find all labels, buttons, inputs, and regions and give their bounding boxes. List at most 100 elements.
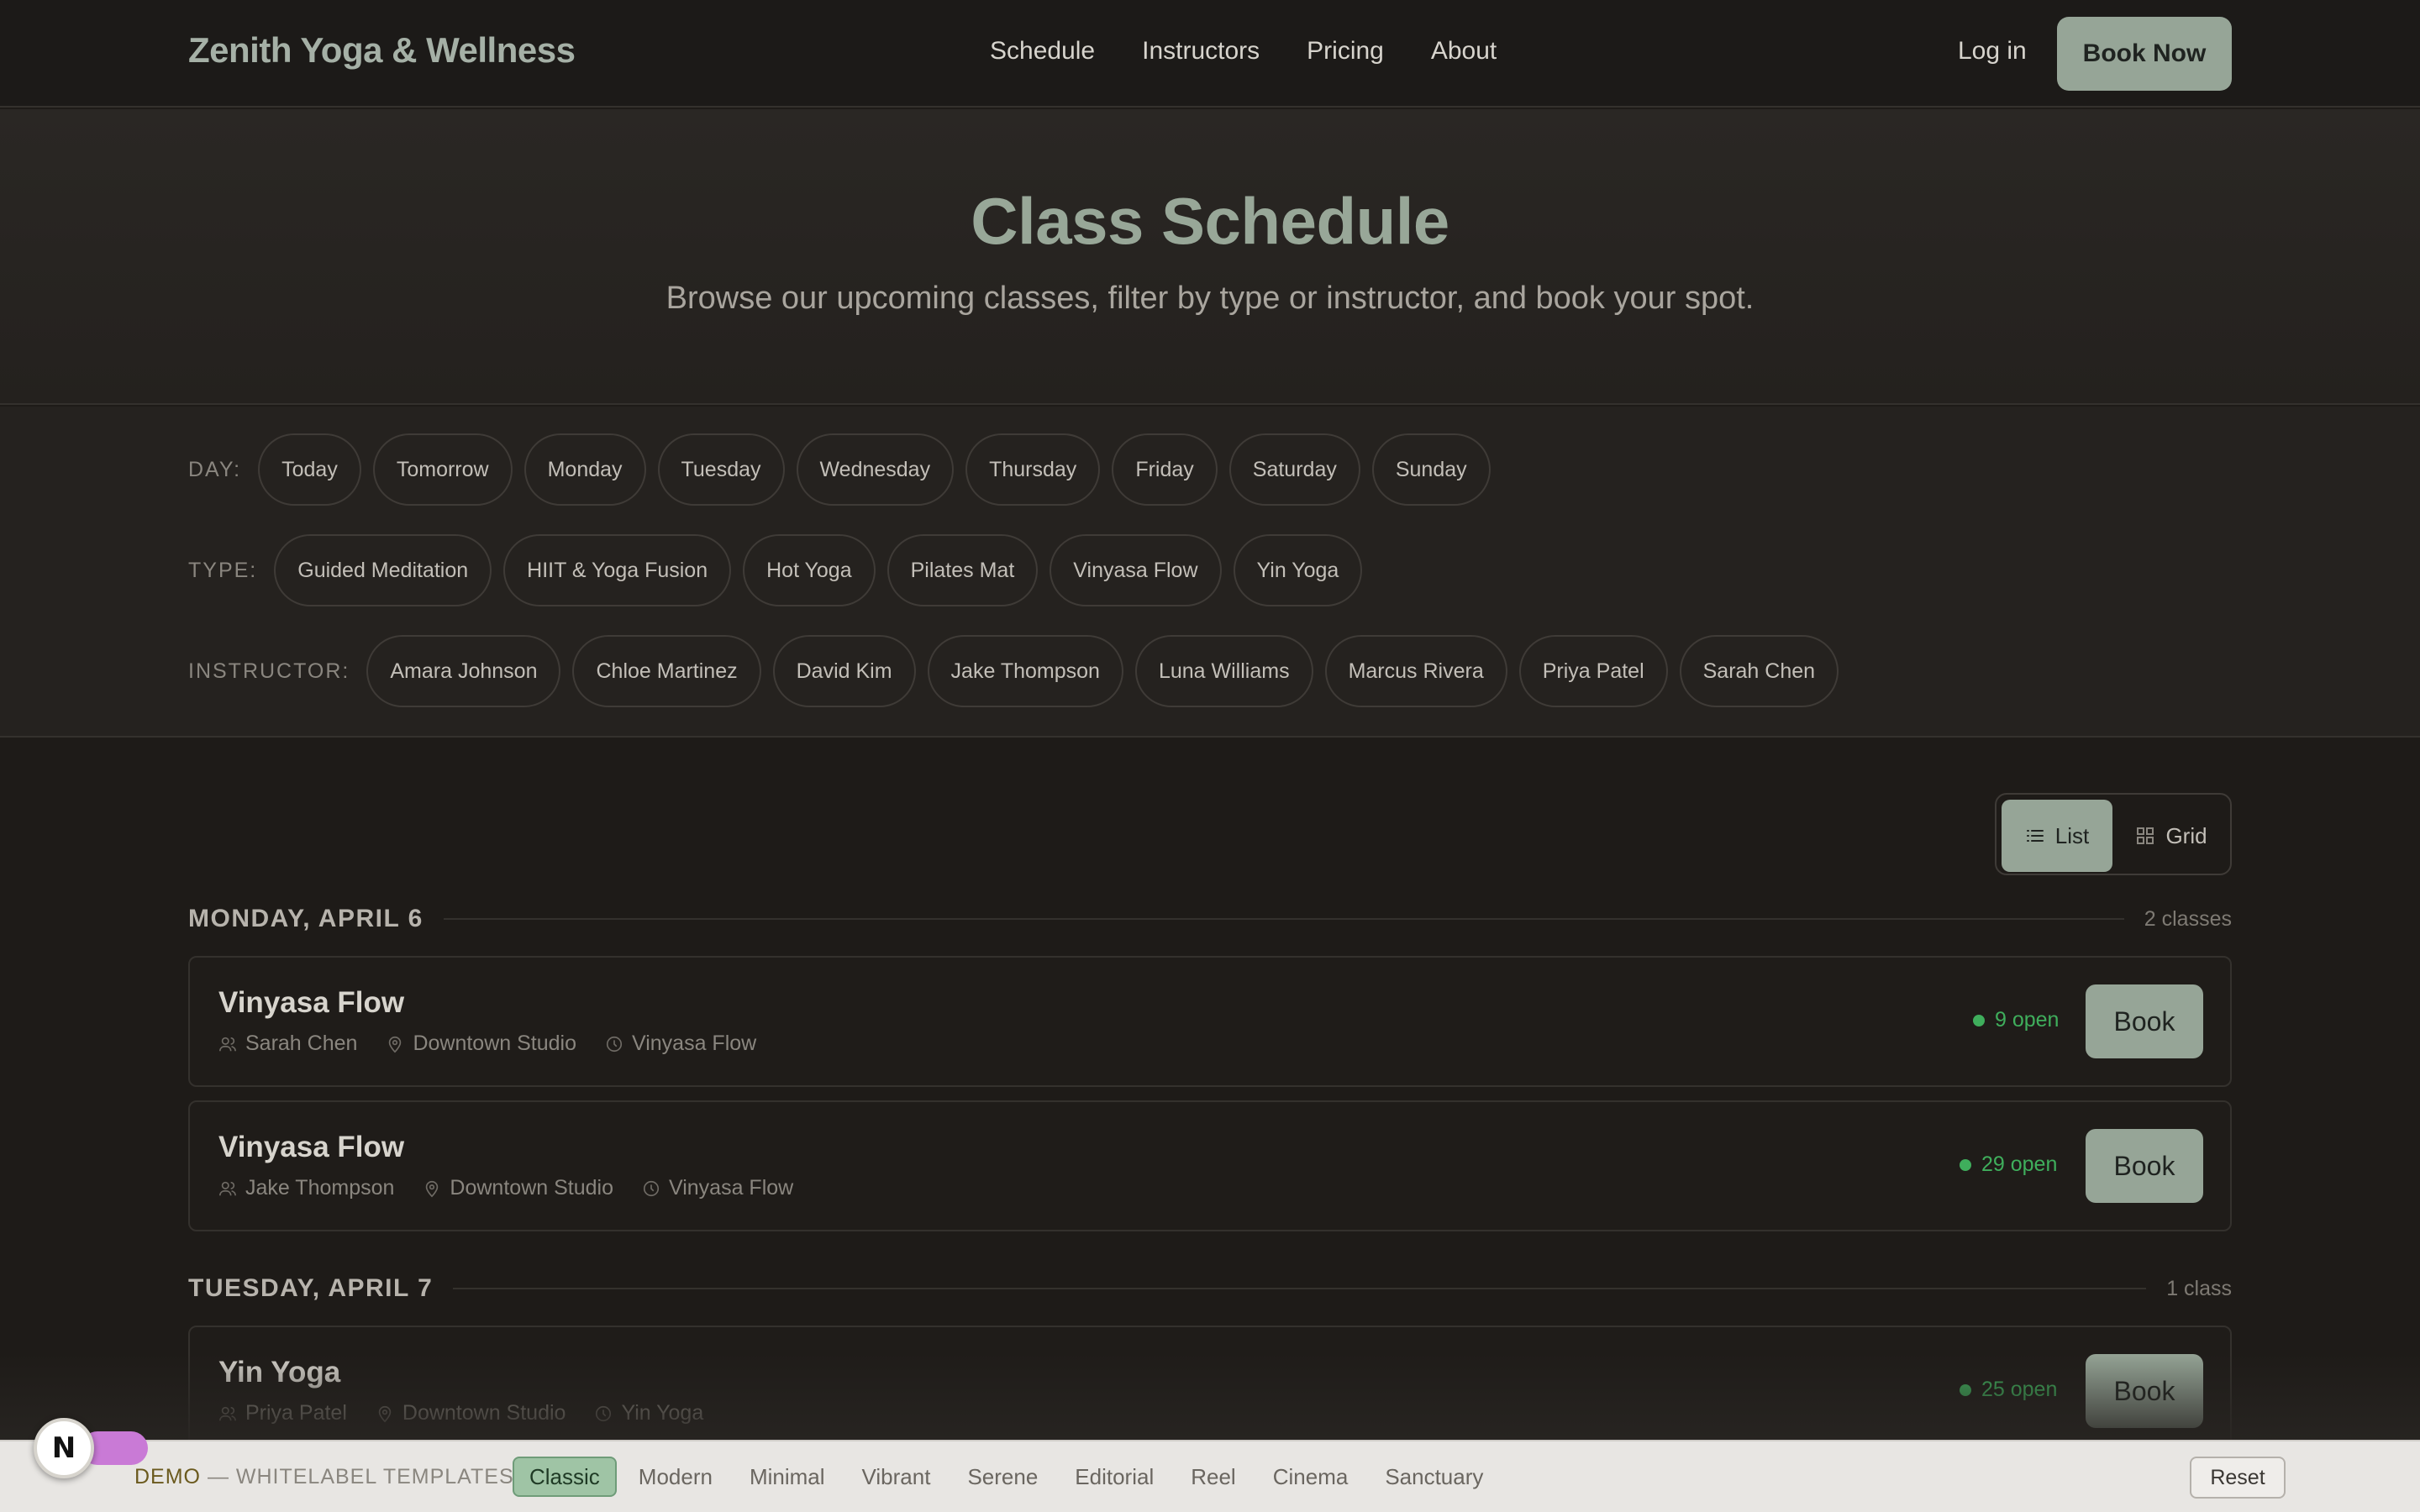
nav-link-instructors[interactable]: Instructors xyxy=(1142,37,1260,66)
nav-link-schedule[interactable]: Schedule xyxy=(990,37,1095,66)
spots-text: 29 open xyxy=(1981,1152,2058,1176)
reset-button[interactable]: Reset xyxy=(2190,1457,2286,1499)
clock-icon xyxy=(606,1036,623,1052)
theme-option-modern[interactable]: Modern xyxy=(623,1457,728,1497)
grid-view-button[interactable]: Grid xyxy=(2114,800,2228,872)
map-pin-icon xyxy=(426,1180,439,1197)
instructor-chip-chloe-martinez[interactable]: Chloe Martinez xyxy=(572,635,761,707)
demo-subtitle: — WHITELABEL TEMPLATES xyxy=(201,1465,514,1488)
day-class-count: 2 classes xyxy=(2144,906,2232,931)
instructor-chip-amara-johnson[interactable]: Amara Johnson xyxy=(366,635,561,707)
list-view-label: List xyxy=(2054,822,2090,848)
theme-option-serene[interactable]: Serene xyxy=(952,1457,1053,1497)
type-chip-hot-yoga[interactable]: Hot Yoga xyxy=(743,534,876,606)
nav-link-about[interactable]: About xyxy=(1431,37,1497,66)
brand-logo[interactable]: Zenith Yoga & Wellness xyxy=(188,30,576,71)
type-filter-label: TYPE: xyxy=(188,558,258,582)
day-chip-tuesday[interactable]: Tuesday xyxy=(657,433,785,506)
hero-section: Class Schedule Browse our upcoming class… xyxy=(0,109,2420,405)
day-chip-friday[interactable]: Friday xyxy=(1112,433,1218,506)
login-link[interactable]: Log in xyxy=(1958,37,2027,66)
users-icon xyxy=(219,1181,236,1195)
book-now-button[interactable]: Book Now xyxy=(2057,17,2232,91)
spots-text: 25 open xyxy=(1981,1378,2058,1401)
class-card[interactable]: Yin Yoga Priya Patel Downtown Studio Yin… xyxy=(188,1326,2232,1457)
class-type-name: Yin Yoga xyxy=(621,1401,704,1425)
type-chip-hiit-yoga-fusion[interactable]: HIIT & Yoga Fusion xyxy=(503,534,732,606)
page-title: Class Schedule xyxy=(971,184,1449,258)
demo-tag: DEMO xyxy=(134,1465,201,1488)
theme-option-minimal[interactable]: Minimal xyxy=(734,1457,840,1497)
map-pin-icon xyxy=(389,1036,402,1053)
class-location-name: Downtown Studio xyxy=(402,1401,566,1425)
day-title: MONDAY, APRIL 6 xyxy=(188,905,424,932)
instructor-filter-label: INSTRUCTOR: xyxy=(188,659,350,683)
class-type: Vinyasa Flow xyxy=(642,1176,793,1200)
type-chip-guided-meditation[interactable]: Guided Meditation xyxy=(274,534,492,606)
book-class-button[interactable]: Book xyxy=(2086,1129,2203,1203)
next-js-badge-icon[interactable]: N xyxy=(34,1418,94,1478)
day-chip-thursday[interactable]: Thursday xyxy=(965,433,1101,506)
type-chip-vinyasa-flow[interactable]: Vinyasa Flow xyxy=(1050,534,1222,606)
class-instructor: Priya Patel xyxy=(218,1401,347,1425)
instructor-chip-jake-thompson[interactable]: Jake Thompson xyxy=(927,635,1123,707)
instructor-chip-luna-williams[interactable]: Luna Williams xyxy=(1134,635,1313,707)
class-type-name: Vinyasa Flow xyxy=(632,1032,757,1055)
theme-option-editorial[interactable]: Editorial xyxy=(1060,1457,1169,1497)
clock-icon xyxy=(596,1405,612,1421)
availability-dot-icon xyxy=(1973,1014,1985,1026)
day-divider xyxy=(443,918,2124,920)
theme-option-sanctuary[interactable]: Sanctuary xyxy=(1370,1457,1498,1497)
day-header: TUESDAY, APRIL 7 1 class xyxy=(188,1272,2232,1305)
day-chip-tomorrow[interactable]: Tomorrow xyxy=(372,433,513,506)
badge-letter: N xyxy=(51,1431,76,1465)
availability-dot-icon xyxy=(1960,1158,1971,1171)
day-chip-monday[interactable]: Monday xyxy=(523,433,646,506)
theme-option-cinema[interactable]: Cinema xyxy=(1258,1457,1364,1497)
class-location: Downtown Studio xyxy=(423,1176,613,1200)
nav-link-pricing[interactable]: Pricing xyxy=(1307,37,1384,66)
spots-text: 9 open xyxy=(1995,1008,2060,1032)
instructor-chip-priya-patel[interactable]: Priya Patel xyxy=(1518,635,1668,707)
theme-option-classic[interactable]: Classic xyxy=(513,1457,617,1497)
day-chip-sunday[interactable]: Sunday xyxy=(1371,433,1491,506)
instructor-chip-sarah-chen[interactable]: Sarah Chen xyxy=(1679,635,1839,707)
day-filter-label: DAY: xyxy=(188,457,242,481)
class-type-name: Vinyasa Flow xyxy=(668,1176,794,1200)
class-location: Downtown Studio xyxy=(386,1032,576,1056)
class-instructor-name: Jake Thompson xyxy=(245,1176,395,1200)
availability-dot-icon xyxy=(1960,1383,1971,1396)
class-instructor-name: Priya Patel xyxy=(245,1401,347,1425)
users-icon xyxy=(219,1037,236,1051)
class-name: Vinyasa Flow xyxy=(218,986,405,1019)
spots-available: 25 open xyxy=(1960,1378,2057,1402)
class-location-name: Downtown Studio xyxy=(450,1176,613,1200)
class-location-name: Downtown Studio xyxy=(413,1032,576,1055)
type-chip-pilates-mat[interactable]: Pilates Mat xyxy=(886,534,1039,606)
instructor-chip-marcus-rivera[interactable]: Marcus Rivera xyxy=(1324,635,1507,707)
class-card[interactable]: Vinyasa Flow Sarah Chen Downtown Studio … xyxy=(188,956,2232,1087)
book-class-button[interactable]: Book xyxy=(2086,1354,2203,1428)
theme-switcher: Classic Modern Minimal Vibrant Serene Ed… xyxy=(513,1457,1498,1497)
day-chip-today[interactable]: Today xyxy=(258,433,361,506)
theme-option-vibrant[interactable]: Vibrant xyxy=(847,1457,946,1497)
users-icon xyxy=(219,1406,236,1420)
instructor-chip-david-kim[interactable]: David Kim xyxy=(772,635,916,707)
demo-theme-bar: DEMO — WHITELABEL TEMPLATES Classic Mode… xyxy=(0,1440,2420,1512)
day-class-count: 1 class xyxy=(2166,1276,2232,1300)
filter-panel: DAY: Today Tomorrow Monday Tuesday Wedne… xyxy=(0,407,2420,738)
type-chip-yin-yoga[interactable]: Yin Yoga xyxy=(1233,534,1363,606)
book-class-button[interactable]: Book xyxy=(2086,984,2203,1058)
class-instructor: Jake Thompson xyxy=(218,1176,394,1200)
instructor-filter-row: INSTRUCTOR: Amara Johnson Chloe Martinez… xyxy=(188,635,1850,707)
list-view-button[interactable]: List xyxy=(2002,800,2112,872)
theme-option-reel[interactable]: Reel xyxy=(1176,1457,1250,1497)
grid-view-label: Grid xyxy=(2165,822,2207,848)
class-location: Downtown Studio xyxy=(376,1401,566,1425)
class-name: Yin Yoga xyxy=(218,1356,341,1389)
class-type: Yin Yoga xyxy=(594,1401,703,1425)
day-chip-wednesday[interactable]: Wednesday xyxy=(796,433,955,506)
day-chip-saturday[interactable]: Saturday xyxy=(1228,433,1360,506)
class-card[interactable]: Vinyasa Flow Jake Thompson Downtown Stud… xyxy=(188,1100,2232,1231)
day-title: TUESDAY, APRIL 7 xyxy=(188,1274,434,1302)
